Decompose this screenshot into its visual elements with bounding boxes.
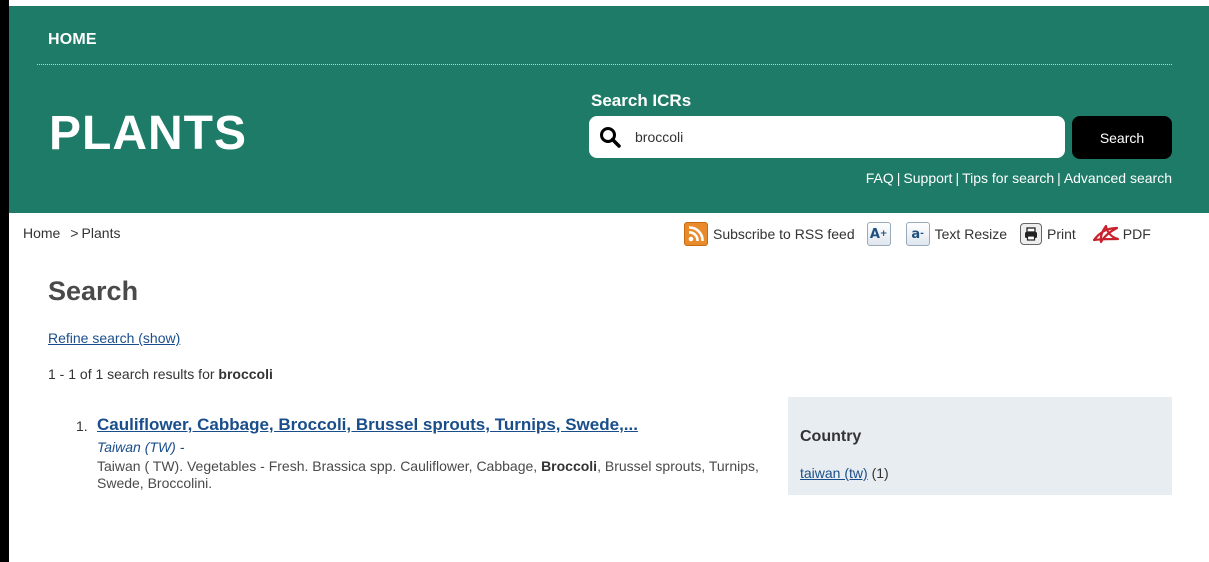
- nav-divider: [37, 64, 1172, 65]
- search-icon: [589, 116, 631, 158]
- faq-link[interactable]: FAQ: [866, 170, 894, 186]
- print-icon: [1020, 223, 1042, 245]
- search-box: [589, 116, 1065, 158]
- page-title: Search: [48, 276, 139, 306]
- tips-for-search-link[interactable]: Tips for search: [962, 170, 1054, 186]
- result-title-link[interactable]: Cauliflower, Cabbage, Broccoli, Brussel …: [97, 415, 638, 435]
- facet-country-link[interactable]: taiwan (tw): [800, 465, 868, 481]
- text-decrease-button[interactable]: a-: [905, 222, 930, 246]
- print-link[interactable]: Print: [1020, 223, 1076, 245]
- country-facet: Country taiwan (tw) (1): [788, 397, 1172, 495]
- pdf-label: PDF: [1122, 226, 1151, 242]
- result-number: 1.: [76, 418, 88, 434]
- search-input[interactable]: [631, 119, 1051, 155]
- site-title: PLANTS: [49, 107, 247, 160]
- result-description-highlight: Broccoli: [541, 458, 598, 474]
- results-summary-query: broccoli: [218, 366, 273, 382]
- result-description-text: Taiwan ( TW). Vegetables - Fresh. Brassi…: [97, 458, 542, 474]
- text-decrease-icon: a-: [905, 222, 930, 246]
- print-label: Print: [1047, 226, 1076, 242]
- result-source: Taiwan (TW) -: [97, 439, 185, 455]
- site-header: HOME PLANTS Search ICRs Search FAQ|Suppo…: [9, 6, 1209, 213]
- left-border: [0, 0, 9, 562]
- breadcrumb-home-link[interactable]: Home: [23, 225, 60, 241]
- help-separator: |: [896, 170, 901, 186]
- rss-icon: [684, 222, 708, 246]
- facet-heading: Country: [800, 428, 862, 445]
- text-increase-button[interactable]: A +: [866, 222, 891, 246]
- search-label: Search ICRs: [591, 91, 692, 110]
- help-separator: |: [1057, 170, 1061, 186]
- support-link[interactable]: Support: [903, 170, 952, 186]
- result-description: Taiwan ( TW). Vegetables - Fresh. Brassi…: [97, 458, 777, 492]
- breadcrumb: Home > Plants: [23, 225, 120, 241]
- text-resize-label: Text Resize: [934, 226, 1007, 242]
- help-separator: |: [955, 170, 960, 186]
- pdf-icon: [1091, 222, 1121, 246]
- page-tools: Subscribe to RSS feed A + a- Text Resize …: [684, 221, 1151, 247]
- pdf-link[interactable]: PDF: [1091, 222, 1151, 246]
- breadcrumb-current: Plants: [81, 225, 121, 241]
- nav-home-link[interactable]: HOME: [48, 31, 97, 49]
- advanced-search-link[interactable]: Advanced search: [1064, 170, 1172, 186]
- rss-label: Subscribe to RSS feed: [713, 226, 855, 242]
- facet-count: (1): [871, 465, 889, 481]
- text-increase-icon: A +: [866, 222, 891, 246]
- refine-search-link[interactable]: Refine search (show): [48, 330, 180, 346]
- results-summary-text: 1 - 1 of 1 search results for: [48, 366, 219, 382]
- facet-item: taiwan (tw) (1): [800, 465, 889, 481]
- results-summary: 1 - 1 of 1 search results for broccoli: [48, 366, 273, 382]
- rss-feed-link[interactable]: Subscribe to RSS feed: [684, 222, 855, 246]
- help-links: FAQ | Support | Tips for search | Advanced sea…: [866, 170, 1172, 186]
- breadcrumb-separator: >: [70, 225, 79, 241]
- search-button[interactable]: Search: [1072, 116, 1172, 159]
